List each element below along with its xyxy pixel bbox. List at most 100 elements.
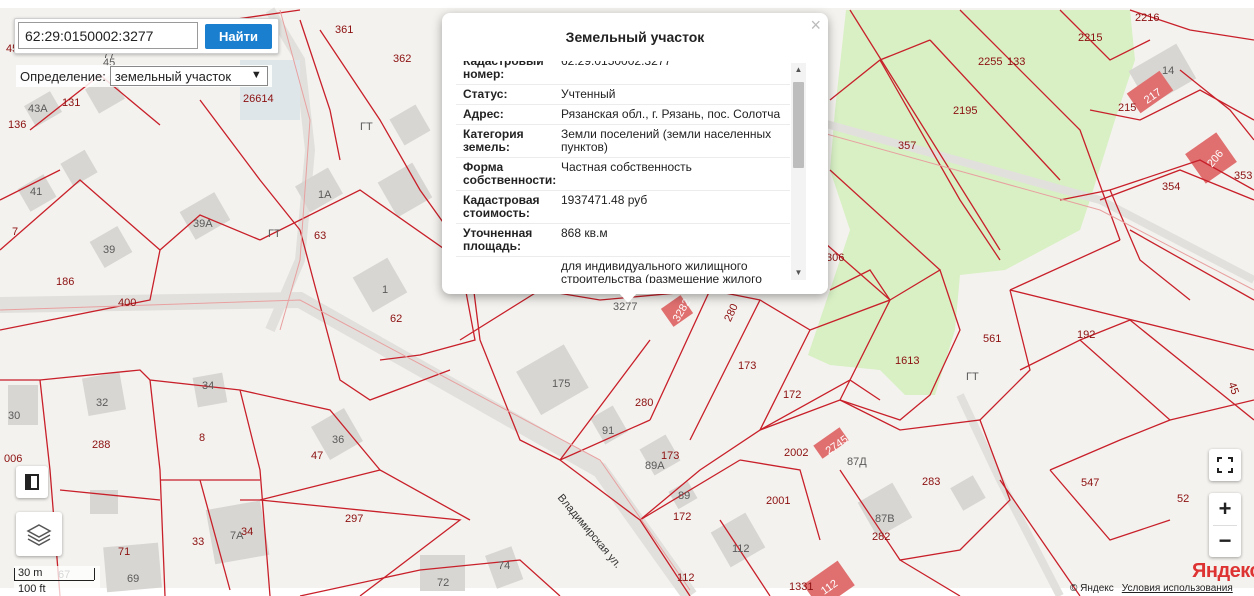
terms-link[interactable]: Условия использования [1122,583,1233,594]
row-key: Статус: [463,87,508,101]
svg-text:2216: 2216 [1135,12,1159,24]
zoom-control: + − [1209,493,1241,557]
row-value: 62:29:0150002:3277 [561,61,672,68]
svg-text:297: 297 [345,513,363,525]
svg-text:353: 353 [1234,170,1252,182]
scroll-up-icon[interactable]: ▲ [791,63,806,77]
row-value: Частная собственность [561,160,692,174]
popup-row: Кадастровая стоимость: 1937471.48 руб [456,191,790,224]
popup-row: Форма собственности: Частная собственнос… [456,158,790,191]
copyright-bar: © Яндекс Условия использования [1070,583,1233,594]
row-key: Адрес: [463,107,504,121]
svg-text:2002: 2002 [784,447,808,459]
zoom-out-button[interactable]: − [1209,525,1241,557]
popup-row: Категория земель: Земли поселений (земли… [456,125,790,158]
fullscreen-icon [1217,457,1233,473]
svg-text:547: 547 [1081,477,1099,489]
definition-row: Определение: земельный участок ▼ [16,65,272,87]
svg-text:34: 34 [202,380,214,392]
svg-text:172: 172 [783,389,801,401]
svg-text:288: 288 [92,439,110,451]
svg-text:283: 283 [922,476,940,488]
chevron-down-icon: ▼ [250,69,262,81]
find-button[interactable]: Найти [205,24,272,49]
svg-text:112: 112 [732,543,750,555]
svg-text:39А: 39А [193,218,213,230]
svg-text:136: 136 [8,119,26,131]
svg-text:43А: 43А [28,103,48,115]
ruler-icon [25,474,39,490]
popup-pointer [618,292,638,303]
fullscreen-button[interactable] [1209,449,1241,481]
definition-select[interactable]: земельный участок ▼ [109,66,268,86]
svg-text:362: 362 [393,53,411,65]
svg-text:131: 131 [62,97,80,109]
row-value: для индивидуального жилищного строительс… [561,259,762,284]
svg-text:74: 74 [498,560,510,572]
svg-text:306: 306 [826,252,844,264]
row-value: 1937471.48 руб [561,193,648,207]
row-value: Земли поселений (земли населенных пункто… [561,127,772,154]
svg-text:175: 175 [552,378,570,390]
svg-text:ГТ: ГТ [360,121,373,133]
scale-bar: 30 m 100 ft [14,566,100,596]
popup-scrollbar[interactable]: ▲ ▼ [791,63,806,280]
svg-text:173: 173 [738,360,756,372]
scale-tick [14,568,15,580]
svg-text:282: 282 [872,531,890,543]
row-key: Категория земель: [463,127,524,154]
svg-text:357: 357 [898,140,916,152]
popup-row: для индивидуального жилищного строительс… [456,257,790,284]
cadastral-search-input[interactable] [18,22,198,49]
row-key: Кадастровая стоимость: [463,193,540,220]
svg-text:361: 361 [335,24,353,36]
row-key: Кадастровый номер: [463,61,544,81]
row-key: Уточненная площадь: [463,226,533,253]
svg-text:172: 172 [673,511,691,523]
zoom-in-button[interactable]: + [1209,493,1241,525]
close-icon[interactable]: × [810,15,821,36]
svg-text:133: 133 [1007,56,1025,68]
popup-content[interactable]: Кадастровый номер: 62:29:0150002:3277 Ст… [456,61,790,283]
scroll-thumb[interactable] [793,82,804,168]
svg-text:69: 69 [127,573,139,585]
scale-tick [94,568,95,580]
svg-text:47: 47 [311,450,323,462]
yandex-logo[interactable]: Яндекс [1192,560,1254,583]
layers-button[interactable] [16,512,62,556]
svg-text:71: 71 [118,546,130,558]
row-key: Форма собственности: [463,160,557,187]
svg-text:280: 280 [635,397,653,409]
svg-text:89: 89 [678,490,690,502]
svg-text:2195: 2195 [953,105,977,117]
svg-text:8: 8 [199,432,205,444]
svg-text:41: 41 [30,186,42,198]
svg-text:39: 39 [103,244,115,256]
svg-text:30: 30 [8,410,20,422]
svg-text:2215: 2215 [1078,32,1102,44]
popup-row: Уточненная площадь: 868 кв.м [456,224,790,257]
row-key [456,257,555,283]
svg-text:33: 33 [192,536,204,548]
ruler-button[interactable] [16,466,48,498]
svg-text:87Д: 87Д [847,456,867,468]
svg-text:354: 354 [1162,181,1180,193]
svg-text:ГТ: ГТ [268,228,281,240]
svg-text:1331: 1331 [789,581,813,593]
svg-text:1613: 1613 [895,355,919,367]
scroll-down-icon[interactable]: ▼ [791,266,806,280]
svg-text:561: 561 [983,333,1001,345]
popup-row: Адрес: Рязанская обл., г. Рязань, пос. С… [456,105,790,125]
svg-text:1А: 1А [318,189,332,201]
svg-text:36: 36 [332,434,344,446]
svg-text:32: 32 [96,397,108,409]
svg-text:112: 112 [677,572,695,584]
popup-row: Статус: Учтенный [456,85,790,105]
svg-text:186: 186 [56,276,74,288]
svg-text:215: 215 [1118,102,1136,114]
parcel-info-popup: Земельный участок × Кадастровый номер: 6… [442,13,828,303]
svg-text:2001: 2001 [766,495,790,507]
popup-row: Кадастровый номер: 62:29:0150002:3277 [456,61,790,85]
scale-metric: 30 m [18,567,43,579]
svg-text:14: 14 [1162,65,1174,77]
